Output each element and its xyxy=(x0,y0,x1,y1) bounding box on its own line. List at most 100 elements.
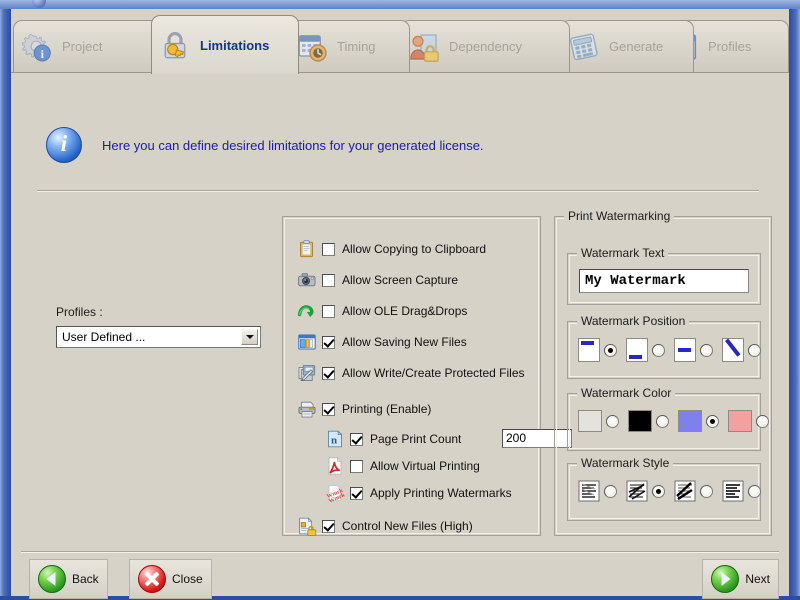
watermark-position-option-top[interactable] xyxy=(578,338,617,362)
limitation-label: Allow Copying to Clipboard xyxy=(342,242,487,256)
back-button[interactable]: Back xyxy=(29,559,108,599)
limitation-row[interactable]: Allow Write/Create Protected Files xyxy=(297,363,525,383)
tab-label: Profiles xyxy=(708,39,752,54)
watermark-color-groupbox: Watermark Color xyxy=(567,386,769,451)
watermark-text-groupbox: Watermark Text My Watermark xyxy=(567,246,761,305)
file-lock-icon xyxy=(297,516,317,536)
next-button-label: Next xyxy=(745,572,770,586)
checkbox[interactable] xyxy=(322,335,335,349)
limitation-label: Page Print Count xyxy=(370,432,462,446)
radio-button[interactable] xyxy=(748,343,761,357)
color-swatch-black xyxy=(628,410,652,432)
checkbox[interactable] xyxy=(322,402,335,416)
checkbox[interactable] xyxy=(322,304,335,318)
watermark-color-option-pink[interactable] xyxy=(728,410,769,432)
watermark-position-title: Watermark Position xyxy=(577,314,690,328)
tab-dependency[interactable]: Dependency xyxy=(400,20,570,72)
next-button[interactable]: Next xyxy=(702,559,779,599)
checkbox[interactable] xyxy=(322,519,335,533)
watermark-text-input[interactable]: My Watermark xyxy=(579,269,749,293)
tab-timing[interactable]: Timing xyxy=(288,20,410,72)
tab-project[interactable]: i Project xyxy=(13,20,161,72)
client-area: i Project Limitations Timing Dependency Gener… xyxy=(11,9,789,599)
watermark-color-options xyxy=(578,410,778,432)
watermark-color-option-blue[interactable] xyxy=(678,410,719,432)
page-number-icon: n xyxy=(325,429,345,449)
watermark-style-option-behind-text[interactable] xyxy=(578,480,617,502)
checkbox[interactable] xyxy=(350,432,363,446)
style-behind-text-icon xyxy=(578,480,600,502)
info-banner-text: Here you can define desired limitations … xyxy=(102,137,484,153)
limitation-label: Allow OLE Drag&Drops xyxy=(342,304,468,318)
limitation-row[interactable]: Allow OLE Drag&Drops xyxy=(297,301,467,321)
watermark-position-option-diagonal[interactable] xyxy=(722,338,761,362)
radio-button[interactable] xyxy=(606,414,619,428)
limitation-label: Allow Screen Capture xyxy=(342,273,459,287)
watermark-color-option-light-gray[interactable] xyxy=(578,410,619,432)
tab-label: Project xyxy=(62,39,103,54)
profiles-dropdown[interactable]: User Defined ... xyxy=(56,326,261,348)
watermark-style-option-light-overlay[interactable] xyxy=(722,480,761,502)
tab-label: Dependency xyxy=(449,39,522,54)
radio-button[interactable] xyxy=(656,414,669,428)
watermark-page-icon: Wmrk Wmrk xyxy=(325,483,347,505)
limitation-row[interactable]: Allow Virtual Printing xyxy=(325,456,480,476)
tab-generate[interactable]: Generate xyxy=(560,20,694,72)
limitation-row[interactable]: Printing (Enable) xyxy=(297,399,431,419)
window-menu-icon[interactable] xyxy=(32,0,46,8)
watermark-style-options xyxy=(578,480,770,502)
limitation-label: Allow Virtual Printing xyxy=(370,459,480,473)
watermark-style-option-over-text[interactable] xyxy=(626,480,665,502)
radio-button[interactable] xyxy=(652,343,665,357)
radio-button[interactable] xyxy=(748,484,761,498)
tab-limitations[interactable]: Limitations xyxy=(151,15,299,74)
style-over-text-icon xyxy=(626,480,648,502)
watermark-color-title: Watermark Color xyxy=(577,386,676,400)
checkbox[interactable] xyxy=(322,242,335,256)
limitation-row[interactable]: Wmrk Wmrk Apply Printing Watermarks xyxy=(325,483,512,505)
limitation-row[interactable]: Control New Files (High) xyxy=(297,516,473,536)
style-light-overlay-icon xyxy=(722,480,744,502)
radio-button[interactable] xyxy=(756,414,769,428)
limitation-label: Apply Printing Watermarks xyxy=(370,486,512,500)
next-arrow-icon xyxy=(711,565,740,593)
print-watermarking-title: Print Watermarking xyxy=(564,209,675,223)
checkbox[interactable] xyxy=(350,486,363,500)
profiles-selected-value: User Defined ... xyxy=(62,330,146,344)
position-diagonal-icon xyxy=(722,338,744,362)
gear-info-icon: i xyxy=(21,32,52,62)
watermark-position-option-bottom[interactable] xyxy=(626,338,665,362)
watermark-position-groupbox: Watermark Position xyxy=(567,314,761,379)
radio-button[interactable] xyxy=(700,484,713,498)
tab-label: Limitations xyxy=(200,37,270,53)
radio-button[interactable] xyxy=(700,343,713,357)
checkbox[interactable] xyxy=(322,273,335,287)
limitation-row[interactable]: Allow Copying to Clipboard xyxy=(297,239,486,259)
printer-icon xyxy=(297,399,317,419)
radio-button[interactable] xyxy=(604,484,617,498)
radio-button[interactable] xyxy=(706,414,719,428)
checkbox[interactable] xyxy=(322,366,335,380)
svg-text:n: n xyxy=(331,434,337,446)
radio-button[interactable] xyxy=(652,484,665,498)
watermark-position-option-middle[interactable] xyxy=(674,338,713,362)
camera-icon xyxy=(297,270,317,290)
chevron-down-icon[interactable] xyxy=(241,329,258,345)
window-border-left xyxy=(0,9,11,600)
position-top-icon xyxy=(578,338,600,362)
limitation-row[interactable]: Allow Screen Capture xyxy=(297,270,458,290)
footer-bar: Back Close Next xyxy=(11,551,789,599)
radio-button[interactable] xyxy=(604,343,617,357)
limitation-label: Printing (Enable) xyxy=(342,402,432,416)
lock-key-icon xyxy=(160,30,190,60)
watermark-color-option-black[interactable] xyxy=(628,410,669,432)
close-button[interactable]: Close xyxy=(129,559,212,599)
limitation-label: Allow Saving New Files xyxy=(342,335,467,349)
checkbox[interactable] xyxy=(350,459,363,473)
application-window: i Project Limitations Timing Dependency Gener… xyxy=(0,0,800,600)
watermark-style-option-dense-overlay[interactable] xyxy=(674,480,713,502)
limitation-row[interactable]: Allow Saving New Files xyxy=(297,332,467,352)
color-swatch-blue xyxy=(678,410,702,432)
limitation-row[interactable]: n Page Print Count xyxy=(325,429,461,449)
close-icon xyxy=(138,565,166,593)
